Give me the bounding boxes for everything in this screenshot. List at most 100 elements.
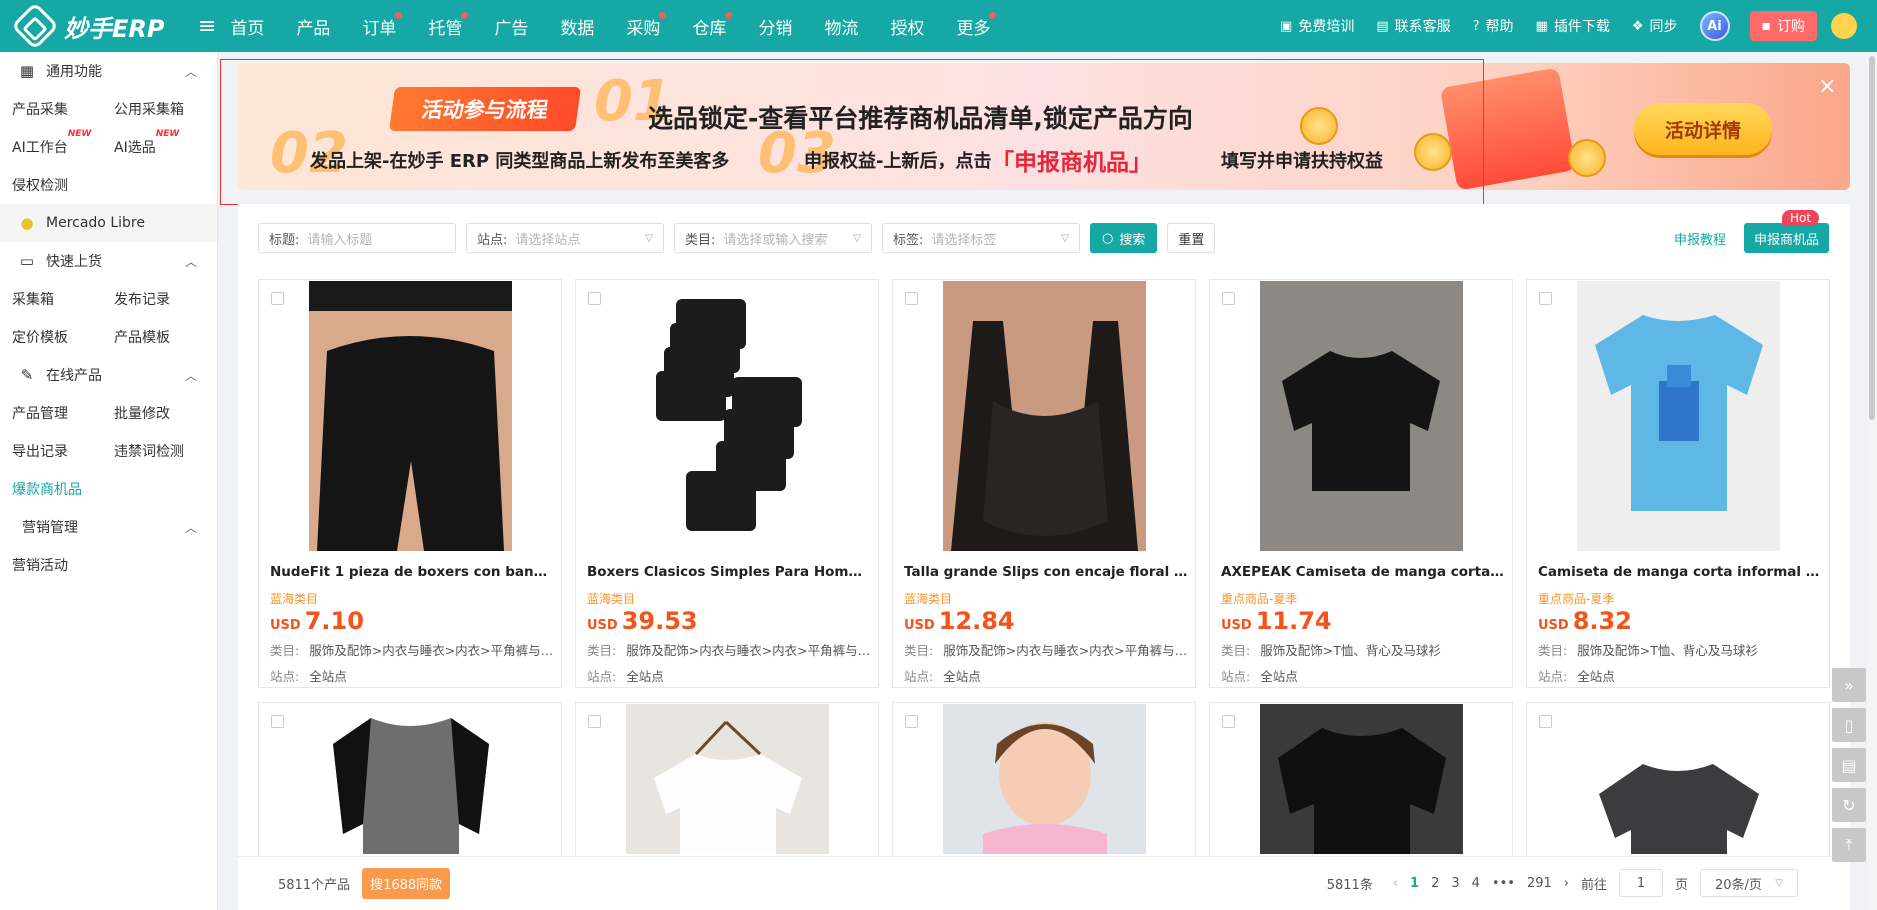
site-select[interactable]: 站点: 请选择站点 ▽ (466, 223, 664, 253)
sync-link[interactable]: ❖ 同步 (1632, 16, 1678, 36)
product-title[interactable]: Camiseta de manga corta informal y cómod… (1538, 564, 1822, 580)
product-title[interactable]: NudeFit 1 pieza de boxers con banda anch… (270, 564, 554, 580)
nav-data[interactable]: 数据 (560, 14, 594, 39)
nav-orders[interactable]: 订单 (362, 11, 403, 39)
free-training-link[interactable]: ▣ 免费培训 (1280, 16, 1354, 36)
meta-label: 类目: (1538, 643, 1568, 658)
nav-logistics[interactable]: 物流 (824, 14, 858, 39)
product-card[interactable] (258, 702, 562, 862)
report-tutorial-link[interactable]: 申报教程 (1674, 229, 1726, 248)
product-card[interactable] (1526, 702, 1830, 862)
refresh-icon[interactable]: ↻ (1832, 788, 1866, 822)
select-checkbox[interactable] (1222, 715, 1235, 728)
next-page-icon[interactable]: › (1564, 876, 1569, 891)
sidebar-item-collect-box[interactable]: 采集箱 (12, 289, 114, 309)
activity-details-button[interactable]: 活动详情 (1634, 103, 1772, 155)
nav-authorization[interactable]: 授权 (890, 14, 924, 39)
product-card[interactable] (575, 702, 879, 862)
nav-more[interactable]: 更多 (956, 11, 997, 39)
page-3[interactable]: 3 (1451, 876, 1459, 891)
page-4[interactable]: 4 (1472, 876, 1480, 891)
product-category: 类目: 服饰及配饰>内衣与睡衣>内衣>平角裤与四角裤 (904, 640, 1188, 659)
goto-page-input[interactable]: 1 (1618, 869, 1663, 897)
product-price: USD 8.32 (1538, 607, 1632, 635)
report-opportunity-button[interactable]: 申报商机品 (1744, 223, 1829, 253)
select-checkbox[interactable] (271, 715, 284, 728)
sidebar-item-public-collect-box[interactable]: 公用采集箱 (114, 99, 216, 119)
scrollbar[interactable] (1867, 52, 1877, 910)
sidebar-item-prohibited-words[interactable]: 违禁词检测 (114, 441, 216, 461)
sidebar-item-batch-edit[interactable]: 批量修改 (114, 403, 216, 423)
page-1[interactable]: 1 (1410, 876, 1419, 891)
product-title[interactable]: Talla grande Slips con encaje floral con… (904, 564, 1188, 580)
sidebar-item-pricing-template[interactable]: 定价模板 (12, 327, 114, 347)
contact-support-link[interactable]: ▤ 联系客服 (1376, 16, 1450, 36)
sidebar-item-product-template[interactable]: 产品模板 (114, 327, 216, 347)
user-avatar[interactable] (1831, 13, 1857, 39)
page-291[interactable]: 291 (1527, 876, 1552, 891)
help-link[interactable]: ? 帮助 (1473, 16, 1514, 36)
search-1688-button[interactable]: 搜1688同款 (362, 868, 451, 899)
sidebar-item-ai-selection[interactable]: AI选品 NEW (114, 129, 216, 157)
product-card[interactable]: Camiseta de manga corta informal y cómod… (1526, 279, 1830, 688)
prev-page-icon[interactable]: ‹ (1393, 876, 1398, 891)
product-title[interactable]: Boxers Clasicos Simples Para Hombres (ci… (587, 564, 871, 580)
nav-purchase[interactable]: 采购 (626, 11, 667, 39)
category-select[interactable]: 类目: 请选择或输入搜索 ▽ (674, 223, 872, 253)
product-card[interactable]: AXEPEAK Camiseta de manga corta holgada … (1209, 279, 1513, 688)
sidebar-item-ai-workbench[interactable]: AI工作台 NEW (12, 129, 114, 157)
page-2[interactable]: 2 (1431, 876, 1439, 891)
sidebar-group-online-products[interactable]: ✎ 在线产品 ︿ (0, 356, 217, 394)
select-checkbox[interactable] (905, 715, 918, 728)
title-input[interactable]: 请输入标题 (307, 229, 372, 248)
sidebar-item-product-management[interactable]: 产品管理 (12, 403, 114, 423)
product-card[interactable]: Boxers Clasicos Simples Para Hombres (ci… (575, 279, 879, 688)
nav-ads[interactable]: 广告 (494, 14, 528, 39)
select-checkbox[interactable] (905, 292, 918, 305)
order-button[interactable]: ▪ 订购 (1749, 11, 1817, 41)
collapse-icon[interactable]: » (1832, 668, 1866, 702)
nav-hosting[interactable]: 托管 (428, 11, 469, 39)
close-icon[interactable]: × (1818, 74, 1836, 99)
product-tag: 蓝海类目 (270, 592, 319, 606)
sidebar-group-quick-listing[interactable]: ▭ 快速上货 ︿ (0, 242, 217, 280)
product-card[interactable] (892, 702, 1196, 862)
select-checkbox[interactable] (1222, 292, 1235, 305)
sidebar-item-publish-records[interactable]: 发布记录 (114, 289, 216, 309)
app-logo[interactable]: 妙手ERP (0, 1, 190, 51)
menu-toggle-icon[interactable]: ≡ (198, 14, 216, 39)
select-checkbox[interactable] (588, 292, 601, 305)
product-card[interactable]: Talla grande Slips con encaje floral con… (892, 279, 1196, 688)
select-checkbox[interactable] (1539, 292, 1552, 305)
reset-button[interactable]: 重置 (1167, 223, 1216, 253)
nav-products[interactable]: 产品 (296, 14, 330, 39)
sidebar-platform-mercado[interactable]: ● Mercado Libre (0, 204, 217, 242)
sidebar-item-export-records[interactable]: 导出记录 (12, 441, 114, 461)
scrollbar-thumb[interactable] (1869, 56, 1875, 420)
more-pages[interactable]: ••• (1492, 876, 1515, 891)
sidebar-item-infringement-check[interactable]: 侵权检测 (12, 175, 114, 195)
product-card[interactable]: NudeFit 1 pieza de boxers con banda anch… (258, 279, 562, 688)
select-checkbox[interactable] (588, 715, 601, 728)
sidebar-item-product-collect[interactable]: 产品采集 (12, 99, 114, 119)
sidebar-item-hot-opportunity[interactable]: 爆款商机品 (12, 479, 114, 499)
ai-assistant-button[interactable]: Ai (1699, 11, 1730, 41)
sidebar-group-general[interactable]: ▦ 通用功能 ︿ (0, 52, 217, 90)
select-checkbox[interactable] (271, 292, 284, 305)
nav-home[interactable]: 首页 (230, 14, 264, 39)
search-button[interactable]: ○ 搜索 (1090, 223, 1158, 253)
plugin-download-link[interactable]: ▦ 插件下载 (1536, 16, 1610, 36)
title-filter[interactable]: 标题: 请输入标题 (258, 223, 456, 253)
page-size-select[interactable]: 20条/页 ▽ (1700, 869, 1798, 897)
nav-warehouse[interactable]: 仓库 (692, 11, 733, 39)
nav-distribution[interactable]: 分销 (758, 14, 792, 39)
sidebar-group-marketing[interactable]: 营销管理 ︿ (0, 508, 217, 546)
sidebar-item-marketing-activity[interactable]: 营销活动 (12, 555, 114, 575)
product-card[interactable] (1209, 702, 1513, 862)
notes-icon[interactable]: ▤ (1832, 748, 1866, 782)
select-checkbox[interactable] (1539, 715, 1552, 728)
mobile-icon[interactable]: ▯ (1832, 708, 1866, 742)
product-title[interactable]: AXEPEAK Camiseta de manga corta holgada … (1221, 564, 1505, 580)
tag-select[interactable]: 标签: 请选择标签 ▽ (882, 223, 1080, 253)
back-to-top-icon[interactable]: ⤒ (1832, 828, 1866, 862)
